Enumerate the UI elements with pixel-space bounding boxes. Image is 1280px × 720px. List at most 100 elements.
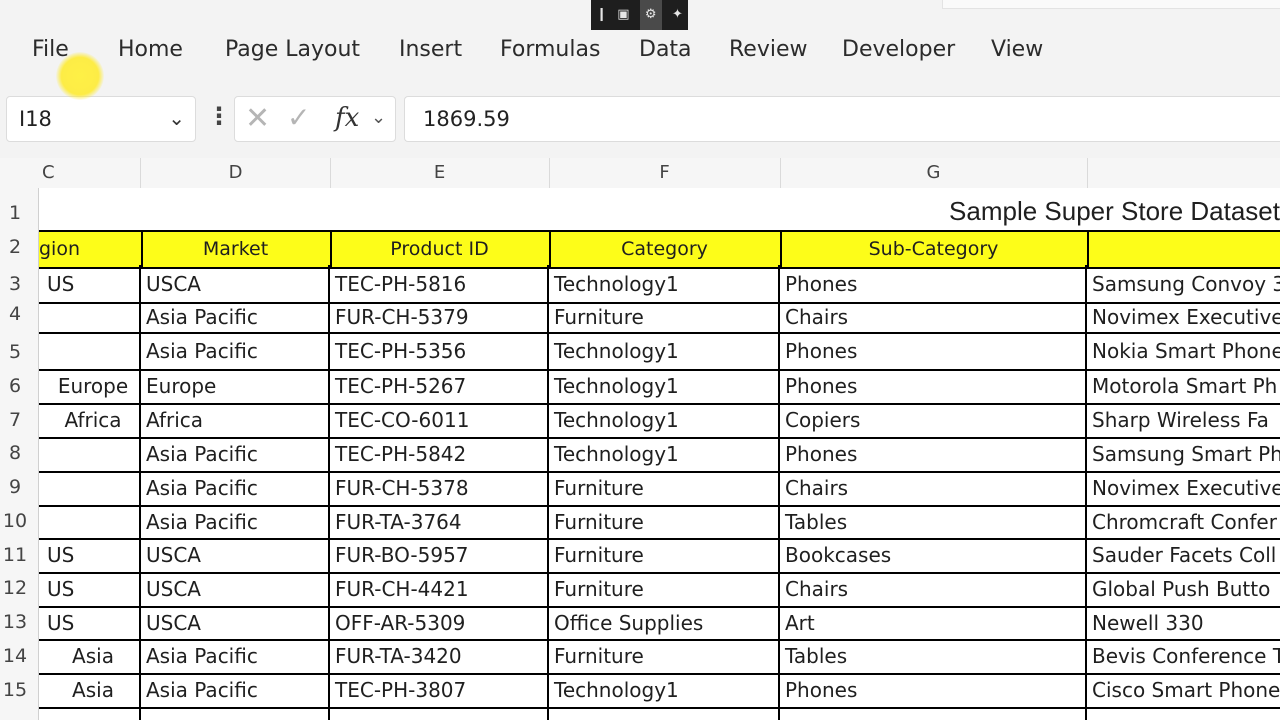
cell-sub-category[interactable]: Chairs [780,471,1087,505]
row-header[interactable]: 6 [0,375,30,397]
cell-region[interactable]: Asia [39,639,141,673]
cell-region[interactable]: US [39,572,141,606]
cell-product-id[interactable]: FUR-CH-5379 [330,302,549,332]
cell-product-id[interactable] [330,707,549,720]
header-region[interactable]: gion [39,232,143,267]
cell-region[interactable] [39,302,141,332]
cell-sub-category[interactable]: Chairs [780,572,1087,606]
cell-product-name[interactable]: Novimex Executive [1087,302,1280,332]
header-product-name[interactable] [1087,232,1280,267]
screen-capture-icon[interactable]: ▣ [617,0,629,30]
row-header[interactable]: 12 [0,577,30,599]
chevron-down-icon[interactable]: ⌄ [168,106,185,130]
header-market[interactable]: Market [141,232,332,267]
cell-market[interactable]: Asia Pacific [141,639,330,673]
cell-product-id[interactable]: FUR-TA-3420 [330,639,549,673]
header-product-id[interactable]: Product ID [330,232,551,267]
cell-product-name[interactable]: Cisco Smart Phone [1087,673,1280,707]
cell-market[interactable]: USCA [141,572,330,606]
cell-region[interactable]: Europe [39,369,141,403]
cell-product-id[interactable]: TEC-PH-5267 [330,369,549,403]
cell-category[interactable]: Office Supplies [549,606,780,639]
column-header-h[interactable] [1087,158,1280,188]
cell-region[interactable] [39,505,141,538]
cell-category[interactable]: Technology1 [549,265,780,302]
cell-product-name[interactable]: Motorola Smart Ph [1087,369,1280,403]
column-header-g[interactable]: G [780,158,1088,188]
tab-page-layout[interactable]: Page Layout [225,37,360,62]
tab-file[interactable]: File [32,37,69,62]
cell-market[interactable]: USCA [141,538,330,572]
cell-category[interactable]: Technology1 [549,332,780,369]
tab-insert[interactable]: Insert [399,37,462,62]
cell-market[interactable]: Asia Pacific [141,437,330,471]
cell-region[interactable] [39,332,141,369]
column-header-f[interactable]: F [549,158,781,188]
cell-sub-category[interactable]: Tables [780,505,1087,538]
row-header[interactable]: 5 [0,341,30,363]
confirm-check-icon[interactable]: ✓ [287,101,310,134]
formula-input[interactable]: 1869.59 [404,96,1280,142]
cell-product-id[interactable]: FUR-BO-5957 [330,538,549,572]
cell-sub-category[interactable]: Chairs [780,302,1087,332]
row-header[interactable]: 13 [0,611,30,633]
cell-market[interactable]: Europe [141,369,330,403]
header-category[interactable]: Category [549,232,782,267]
cell-product-name[interactable]: Sharp Wireless Fa [1087,403,1280,437]
cell-product-id[interactable]: TEC-PH-5356 [330,332,549,369]
cell-product-id[interactable]: FUR-CH-5378 [330,471,549,505]
cell-sub-category[interactable]: Phones [780,673,1087,707]
column-header-c[interactable]: C [38,158,141,188]
cell-market[interactable]: Asia Pacific [141,673,330,707]
insert-function-icon[interactable]: fx [335,103,359,133]
cell-region[interactable] [39,471,141,505]
cell-product-name[interactable]: Bevis Conference T [1087,639,1280,673]
row-header[interactable]: 7 [0,409,30,431]
cell-market[interactable]: Africa [141,403,330,437]
chevron-down-icon[interactable]: ⌄ [371,107,386,128]
row-header[interactable]: 15 [0,679,30,701]
row-header[interactable]: 1 [0,202,30,224]
cell-market[interactable]: USCA [141,606,330,639]
tab-review[interactable]: Review [729,37,808,62]
cancel-icon[interactable]: ✕ [245,101,270,136]
name-box[interactable]: I18 ⌄ [6,96,196,142]
cell-product-id[interactable]: OFF-AR-5309 [330,606,549,639]
sheet-title[interactable]: Sample Super Store Dataset [39,188,1280,230]
cell-product-name[interactable]: Newell 330 [1087,606,1280,639]
cell-category[interactable]: Furniture [549,639,780,673]
cell-sub-category[interactable]: Phones [780,332,1087,369]
cell-category[interactable]: Furniture [549,572,780,606]
row-header[interactable]: 2 [0,236,30,258]
tab-developer[interactable]: Developer [842,37,955,62]
select-all-corner[interactable] [0,158,37,188]
cell-sub-category[interactable]: Phones [780,369,1087,403]
cell-region[interactable]: Asia [39,673,141,707]
cell-sub-category[interactable] [780,707,1087,720]
cell-category[interactable]: Technology1 [549,673,780,707]
tab-home[interactable]: Home [118,37,183,62]
cell-product-name[interactable]: Samsung Convoy 3 [1087,265,1280,302]
cell-category[interactable]: Furniture [549,538,780,572]
cell-region[interactable]: US [39,538,141,572]
row-header[interactable]: 14 [0,645,30,667]
pin-icon[interactable]: ✦ [672,0,683,30]
cell-market[interactable]: Asia Pacific [141,302,330,332]
cell-product-name[interactable]: Global Push Butto [1087,572,1280,606]
cell-category[interactable]: Technology1 [549,403,780,437]
cell-sub-category[interactable]: Copiers [780,403,1087,437]
cell-market[interactable]: USCA [141,265,330,302]
column-header-e[interactable]: E [330,158,550,188]
cell-region[interactable] [39,707,141,720]
row-header[interactable]: 3 [0,273,30,295]
tab-view[interactable]: View [991,37,1043,62]
row-header[interactable]: 4 [0,303,30,325]
cell-product-id[interactable]: TEC-CO-6011 [330,403,549,437]
cell-product-name[interactable]: Samsung Smart Ph [1087,437,1280,471]
cell-category[interactable]: Furniture [549,505,780,538]
cell-product-id[interactable]: FUR-CH-4421 [330,572,549,606]
cell-region[interactable]: Africa [39,403,141,437]
cell-product-id[interactable]: TEC-PH-5816 [330,265,549,302]
cell-market[interactable]: Asia Pacific [141,332,330,369]
cell-sub-category[interactable]: Bookcases [780,538,1087,572]
